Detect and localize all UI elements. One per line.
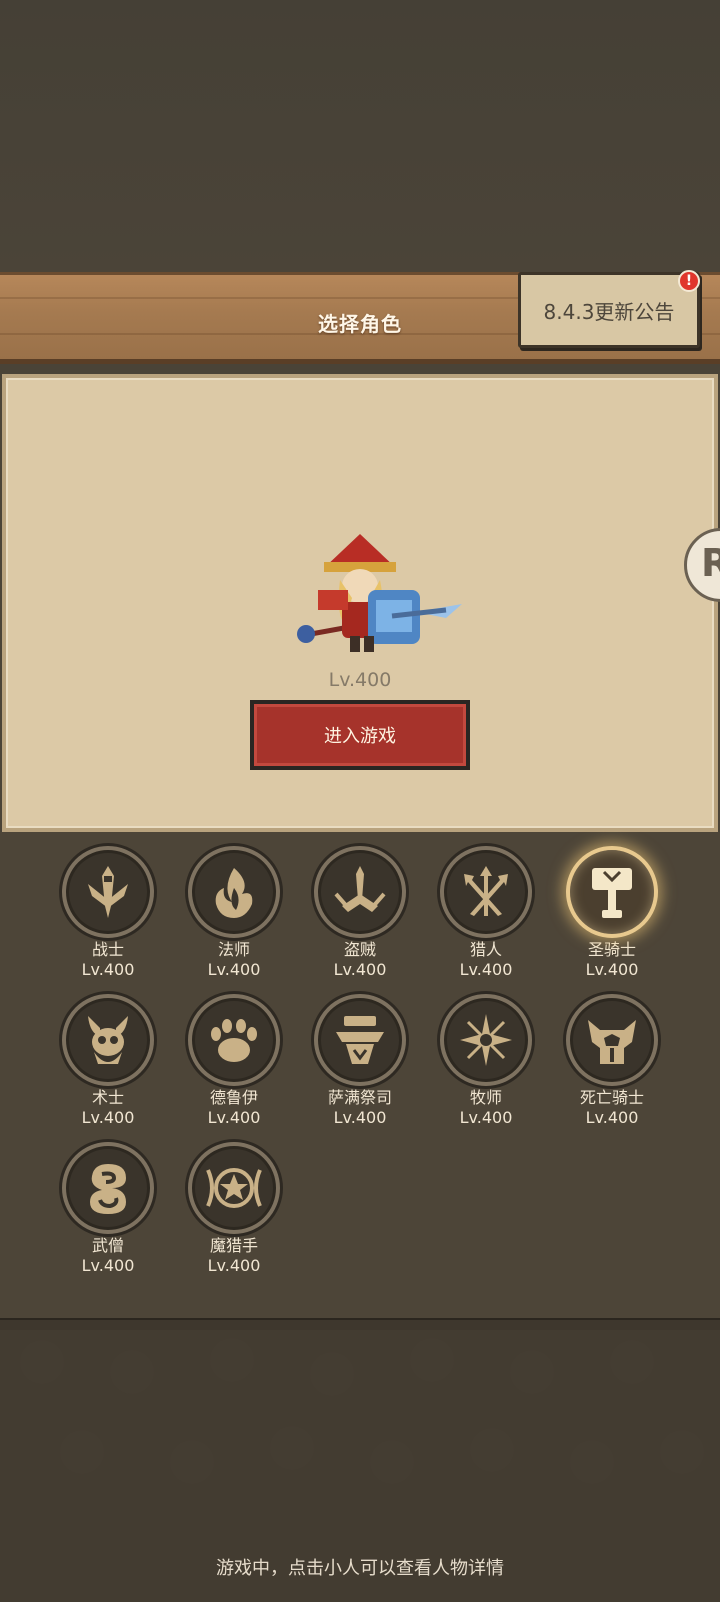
class-name: 法师 — [217, 940, 250, 959]
class-name: 猎人 — [469, 940, 502, 959]
class-name: 术士 — [91, 1088, 124, 1107]
class-mage[interactable]: 法师 Lv.400 — [179, 846, 289, 980]
class-level: Lv.400 — [459, 960, 513, 979]
class-level: Lv.400 — [585, 1108, 639, 1127]
hammer-icon — [566, 846, 658, 938]
footer-hint: 游戏中，点击小人可以查看人物详情 — [216, 1558, 504, 1579]
class-warlock[interactable]: 术士 Lv.400 — [53, 994, 163, 1128]
class-name: 萨满祭司 — [327, 1088, 392, 1107]
demon-star-icon — [188, 1142, 280, 1234]
class-name: 盗贼 — [343, 940, 376, 959]
dagger-icon — [314, 846, 406, 938]
class-name: 死亡骑士 — [579, 1088, 644, 1107]
class-name: 魔猎手 — [209, 1236, 258, 1255]
class-name: 圣骑士 — [587, 940, 636, 959]
class-level: Lv.400 — [81, 960, 135, 979]
horned-skull-icon — [62, 994, 154, 1086]
side-tab-icon: R — [701, 541, 720, 585]
hero-level: Lv.400 — [328, 669, 392, 691]
class-hunter[interactable]: 猎人 Lv.400 — [431, 846, 541, 980]
star-burst-icon — [440, 994, 532, 1086]
class-paladin[interactable]: 圣骑士 Lv.400 — [557, 846, 667, 980]
update-notice-button[interactable]: 8.4.3更新公告 — [518, 272, 700, 348]
enter-game-label: 进入游戏 — [324, 726, 396, 747]
notification-badge: ! — [678, 270, 700, 292]
top-background — [0, 0, 720, 272]
class-druid[interactable]: 德鲁伊 Lv.400 — [179, 994, 289, 1128]
class-death-knight[interactable]: 死亡骑士 Lv.400 — [557, 994, 667, 1128]
death-helm-icon — [566, 994, 658, 1086]
class-level: Lv.400 — [81, 1256, 135, 1275]
enter-game-button[interactable]: 进入游戏 — [250, 700, 470, 770]
class-name: 武僧 — [91, 1236, 124, 1255]
class-name: 战士 — [91, 940, 124, 959]
class-level: Lv.400 — [207, 1256, 261, 1275]
flame-icon — [188, 846, 280, 938]
class-monk[interactable]: 武僧 Lv.400 — [53, 1142, 163, 1276]
class-level: Lv.400 — [333, 960, 387, 979]
class-warrior[interactable]: 战士 Lv.400 — [53, 846, 163, 980]
class-name: 德鲁伊 — [209, 1088, 258, 1107]
update-notice-label: 8.4.3更新公告 — [543, 299, 675, 324]
class-level: Lv.400 — [81, 1108, 135, 1127]
sword-icon — [62, 846, 154, 938]
class-rogue[interactable]: 盗贼 Lv.400 — [305, 846, 415, 980]
class-level: Lv.400 — [207, 960, 261, 979]
class-level: Lv.400 — [459, 1108, 513, 1127]
class-name: 牧师 — [469, 1088, 502, 1107]
paw-icon — [188, 994, 280, 1086]
class-shaman[interactable]: 萨满祭司 Lv.400 — [305, 994, 415, 1128]
class-level: Lv.400 — [333, 1108, 387, 1127]
class-demon-hunter[interactable]: 魔猎手 Lv.400 — [179, 1142, 289, 1276]
class-level: Lv.400 — [207, 1108, 261, 1127]
totem-icon — [314, 994, 406, 1086]
class-level: Lv.400 — [585, 960, 639, 979]
arrows-icon — [440, 846, 532, 938]
hero-character-sprite[interactable] — [296, 528, 466, 662]
class-priest[interactable]: 牧师 Lv.400 — [431, 994, 541, 1128]
swirl-icon — [62, 1142, 154, 1234]
